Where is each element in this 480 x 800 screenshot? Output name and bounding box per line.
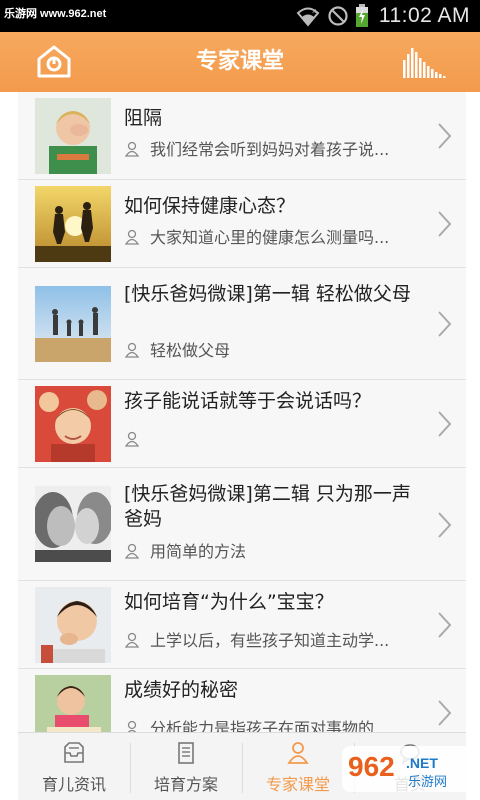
no-signal-icon — [328, 6, 348, 26]
article-summary: 我们经常会听到妈妈对着孩子说... — [124, 140, 426, 160]
article-summary-text: 轻松做父母 — [150, 341, 231, 360]
svg-text:乐游网: 乐游网 — [408, 775, 447, 790]
status-bar: 乐游网 www.962.net x 11:02 AM — [0, 0, 480, 32]
tab-label: 培育方案 — [153, 775, 218, 794]
list-item[interactable]: 孩子能说话就等于会说话吗？ — [18, 380, 466, 468]
list-item[interactable]: 如何保持健康心态？ 大家知道心里的健康怎么测量吗... — [18, 180, 466, 268]
article-summary — [124, 430, 426, 450]
author-icon — [124, 229, 140, 245]
expert-icon — [287, 742, 309, 764]
chevron-right-icon — [438, 123, 452, 149]
article-thumbnail — [35, 675, 111, 732]
article-summary: 分析能力是指孩子在面对事物的 — [124, 719, 426, 732]
list-item[interactable]: 成绩好的秘密 分析能力是指孩子在面对事物的 — [18, 669, 466, 732]
watermark-text: 乐游网 www.962.net — [4, 8, 107, 20]
wifi-icon: x — [296, 7, 320, 27]
app-header: 专家课堂 — [0, 32, 480, 92]
article-thumbnail — [35, 186, 111, 262]
watermark-logo: 962 .NET 乐游网 — [342, 746, 472, 792]
article-summary-text: 用简单的方法 — [150, 542, 247, 561]
document-icon — [178, 742, 194, 764]
list-item[interactable]: [快乐爸妈微课]第一辑 轻松做父母 轻松做父母 — [18, 268, 466, 380]
author-icon — [124, 543, 140, 559]
chevron-right-icon — [438, 512, 452, 538]
status-icons: x 11:02 AM — [295, 2, 470, 30]
chevron-right-icon — [438, 612, 452, 638]
article-thumbnail — [35, 587, 111, 663]
article-summary-text: 分析能力是指孩子在面对事物的 — [150, 719, 375, 732]
list-item[interactable]: [快乐爸妈微课]第二辑 只为那一声爸妈 用简单的方法 — [18, 468, 466, 581]
article-thumbnail — [35, 386, 111, 462]
article-thumbnail — [35, 486, 111, 562]
tab-label: 育儿资讯 — [41, 775, 106, 794]
status-time: 11:02 AM — [378, 4, 470, 27]
tab-parenting-news[interactable]: 育儿资讯 — [18, 733, 130, 800]
tab-expert-class[interactable]: 专家课堂 — [242, 733, 354, 800]
svg-text:.NET: .NET — [406, 755, 438, 771]
article-title: 如何培育“为什么”宝宝？ — [124, 591, 334, 613]
battery-icon — [355, 4, 368, 27]
article-title: 阻隔 — [124, 107, 163, 129]
list-item[interactable]: 如何培育“为什么”宝宝？ 上学以后，有些孩子知道主动学... — [18, 581, 466, 669]
article-title: 成绩好的秘密 — [124, 679, 239, 701]
article-thumbnail — [35, 98, 111, 174]
article-title: 孩子能说话就等于会说话吗？ — [124, 390, 372, 412]
article-title: [快乐爸妈微课]第二辑 只为那一声爸妈 — [124, 483, 411, 530]
article-summary-text: 大家知道心里的健康怎么测量吗... — [150, 228, 390, 247]
article-summary: 大家知道心里的健康怎么测量吗... — [124, 228, 426, 248]
author-icon — [124, 342, 140, 358]
chevron-right-icon — [438, 211, 452, 237]
chevron-right-icon — [438, 411, 452, 437]
article-summary-text: 我们经常会听到妈妈对着孩子说... — [150, 140, 390, 159]
article-title: [快乐爸妈微课]第一辑 轻松做父母 — [124, 283, 411, 305]
author-icon — [127, 720, 137, 732]
svg-text:x: x — [312, 7, 316, 15]
article-title: 如何保持健康心态？ — [124, 195, 296, 217]
list-item[interactable]: 阻隔 我们经常会听到妈妈对着孩子说... — [18, 92, 466, 180]
article-summary-text: 上学以后，有些孩子知道主动学... — [150, 631, 390, 650]
author-icon — [124, 632, 140, 648]
tab-nurture-plan[interactable]: 培育方案 — [130, 733, 242, 800]
inbox-icon — [64, 742, 84, 763]
article-summary: 用简单的方法 — [124, 542, 426, 562]
article-list: 阻隔 我们经常会听到妈妈对着孩子说... 如何保持健康心态？ 大家知道心里的健康… — [18, 92, 466, 732]
bars-icon[interactable] — [402, 46, 446, 78]
svg-text:962: 962 — [348, 751, 395, 782]
article-summary: 轻松做父母 — [124, 341, 426, 361]
chevron-right-icon — [438, 700, 452, 726]
article-summary: 上学以后，有些孩子知道主动学... — [124, 631, 426, 651]
author-icon — [124, 431, 140, 447]
chevron-right-icon — [438, 311, 452, 337]
tab-label: 专家课堂 — [265, 775, 330, 794]
article-thumbnail — [35, 286, 111, 362]
author-icon — [124, 141, 140, 157]
